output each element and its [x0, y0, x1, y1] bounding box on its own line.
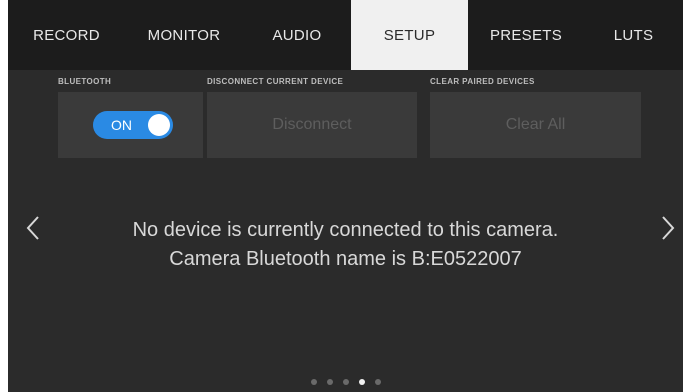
bluetooth-panel: ON — [58, 92, 203, 158]
toggle-knob — [148, 114, 170, 136]
page-dot[interactable] — [375, 379, 381, 385]
page-dot[interactable] — [327, 379, 333, 385]
camera-screen: RECORD MONITOR AUDIO SETUP PRESETS LUTS … — [8, 0, 683, 392]
status-message-line1: No device is currently connected to this… — [132, 219, 559, 241]
tab-setup[interactable]: SETUP — [351, 0, 468, 70]
bluetooth-label: BLUETOOTH — [58, 77, 112, 86]
tab-record[interactable]: RECORD — [8, 0, 125, 70]
tab-bar: RECORD MONITOR AUDIO SETUP PRESETS LUTS — [8, 0, 683, 70]
tab-audio[interactable]: AUDIO — [243, 0, 351, 70]
page-dot[interactable] — [343, 379, 349, 385]
clear-all-button[interactable]: Clear All — [430, 92, 641, 158]
chevron-left-icon[interactable] — [22, 212, 46, 244]
tab-presets[interactable]: PRESETS — [468, 0, 584, 70]
page-dot[interactable] — [311, 379, 317, 385]
tab-monitor[interactable]: MONITOR — [125, 0, 243, 70]
tab-luts[interactable]: LUTS — [584, 0, 683, 70]
toggle-state-label: ON — [111, 117, 132, 133]
disconnect-label: DISCONNECT CURRENT DEVICE — [207, 77, 344, 86]
clear-paired-label: CLEAR PAIRED DEVICES — [430, 77, 535, 86]
page-dot-active[interactable] — [359, 379, 365, 385]
disconnect-button[interactable]: Disconnect — [207, 92, 417, 158]
status-message-line2: Camera Bluetooth name is B:E0522007 — [169, 248, 522, 270]
page-indicator — [311, 379, 381, 387]
clear-all-button-label: Clear All — [505, 116, 566, 133]
disconnect-button-label: Disconnect — [272, 116, 352, 133]
bluetooth-toggle[interactable]: ON — [93, 111, 173, 139]
status-message: No device is currently connected to this… — [68, 216, 623, 274]
chevron-right-icon[interactable] — [655, 212, 679, 244]
